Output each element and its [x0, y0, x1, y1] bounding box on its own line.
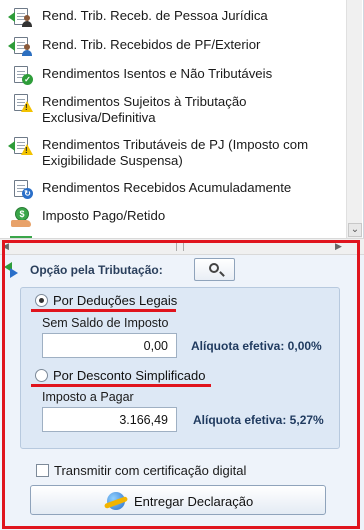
- sidebar-item-label: Rend. Trib. Recebidos de PF/Exterior: [42, 37, 261, 52]
- sidebar-item-label: Rendimentos Isentos e Não Tributáveis: [42, 66, 273, 81]
- sidebar-item-label: Rendimentos Tributáveis de PJ (Imposto c…: [42, 137, 309, 168]
- sidebar-item-label: Rendimentos Recebidos Acumuladamente: [42, 180, 292, 195]
- document-check-icon: ✓: [8, 64, 34, 86]
- sidebar-item-rend-acumuladamente[interactable]: ↻ Rendimentos Recebidos Acumuladamente: [8, 178, 338, 200]
- scroll-left-arrow-icon[interactable]: ◀: [2, 241, 13, 252]
- scroll-right-arrow-icon[interactable]: ▶: [335, 241, 346, 252]
- search-button[interactable]: [194, 258, 235, 281]
- sidebar-item-rend-isentos[interactable]: ✓ Rendimentos Isentos e Não Tributáveis: [8, 64, 338, 86]
- sidebar-item-rend-trib-pj-suspensa[interactable]: Rendimentos Tributáveis de PJ (Imposto c…: [8, 135, 338, 169]
- sidebar-item-rend-trib-pj[interactable]: Rend. Trib. Receb. de Pessoa Jurídica: [8, 6, 338, 28]
- coin-hand-icon: $: [8, 206, 34, 228]
- transmit-certificate-checkbox[interactable]: [36, 464, 49, 477]
- submit-declaration-button[interactable]: Entregar Declaração: [30, 485, 326, 515]
- sidebar-nav: Rend. Trib. Receb. de Pessoa Jurídica Re…: [0, 0, 364, 238]
- document-warning-icon: [8, 92, 34, 114]
- highlight-underline: [31, 309, 176, 312]
- sidebar-item-label: Rendimentos Sujeitos à Tributação Exclus…: [42, 94, 247, 125]
- search-icon: [209, 263, 219, 273]
- vertical-scrollbar[interactable]: ⌄: [346, 0, 362, 238]
- deducoes-effective-rate: Alíquota efetiva: 0,00%: [191, 339, 322, 353]
- scroll-grip-icon[interactable]: [176, 243, 184, 251]
- document-person-blue-icon: [8, 35, 34, 57]
- sidebar-item-rend-tributacao-exclusiva[interactable]: Rendimentos Sujeitos à Tributação Exclus…: [8, 92, 338, 126]
- radio-desconto-simplificado[interactable]: [35, 369, 48, 382]
- option-desconto-sub-label: Imposto a Pagar: [42, 390, 134, 404]
- horizontal-scrollbar[interactable]: ◀ ▶: [0, 238, 364, 255]
- sidebar-item-imposto-pago[interactable]: $ Imposto Pago/Retido: [8, 206, 338, 228]
- sidebar-item-rend-trib-pf-exterior[interactable]: Rend. Trib. Recebidos de PF/Exterior: [8, 35, 338, 57]
- sidebar-item-label: Imposto Pago/Retido: [42, 208, 166, 223]
- option-deducoes-legais-label[interactable]: Por Deduções Legais: [53, 293, 177, 308]
- transmit-certificate-label[interactable]: Transmitir com certificação digital: [54, 463, 246, 478]
- desconto-effective-rate: Alíquota efetiva: 5,27%: [193, 413, 324, 427]
- option-deducoes-sub-label: Sem Saldo de Imposto: [42, 316, 169, 330]
- radio-deducoes-legais[interactable]: [35, 294, 48, 307]
- taxation-option-label: Opção pela Tributação:: [30, 263, 163, 277]
- desconto-value-field: 3.166,49: [42, 407, 177, 432]
- submit-declaration-label: Entregar Declaração: [134, 494, 254, 509]
- highlight-underline: [31, 384, 211, 387]
- globe-icon: [107, 492, 125, 510]
- sidebar-item-label: Rend. Trib. Receb. de Pessoa Jurídica: [42, 8, 268, 23]
- document-person-warning-icon: [8, 135, 34, 157]
- switch-arrows-icon: [4, 262, 24, 278]
- document-refresh-icon: ↻: [8, 178, 34, 200]
- document-person-icon: [8, 6, 34, 28]
- scroll-down-arrow-icon[interactable]: ⌄: [348, 223, 362, 237]
- deducoes-value-field: 0,00: [42, 333, 177, 358]
- option-desconto-simplificado-label[interactable]: Por Desconto Simplificado: [53, 368, 205, 383]
